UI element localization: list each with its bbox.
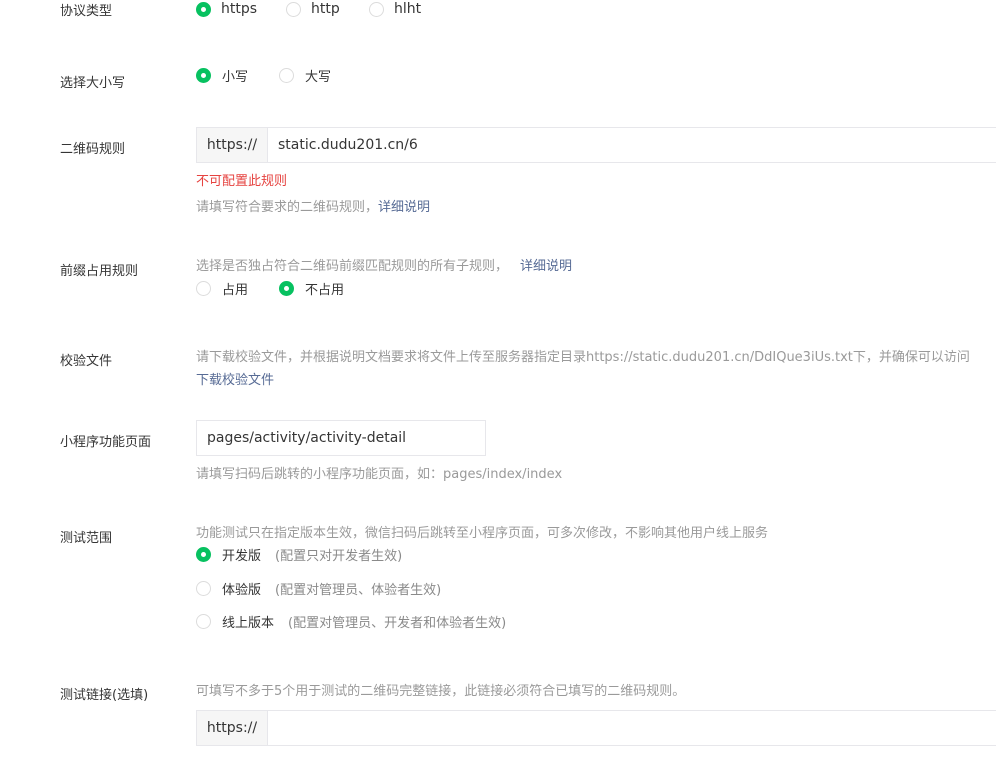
test-scope-option-label: 体验版 <box>222 583 262 598</box>
qr-rule-prefix: https:// <box>197 128 268 162</box>
radio-checked-icon <box>196 1 211 17</box>
protocol-radio-https[interactable]: https <box>196 1 257 17</box>
test-scope-label: 测试范围 <box>60 531 113 546</box>
prefix-rule-label: 前缀占用规则 <box>60 264 139 279</box>
protocol-radio-http[interactable]: http <box>286 1 340 17</box>
qr-rule-tip: 请填写符合要求的二维码规则，详细说明 <box>196 196 430 215</box>
qr-rule-config-form: 协议类型 https http hlht 选择大小写 小写 大写 二维码规则 h… <box>0 0 996 776</box>
prefix-rule-detail-link[interactable]: 详细说明 <box>520 259 572 274</box>
case-radio-upper[interactable]: 大写 <box>279 66 331 85</box>
test-links-label: 测试链接(选填) <box>60 688 149 703</box>
qr-rule-detail-link[interactable]: 详细说明 <box>378 200 430 215</box>
radio-unchecked-icon <box>196 281 211 296</box>
test-scope-radio-trial[interactable]: 体验版 (配置对管理员、体验者生效) <box>196 579 441 598</box>
radio-unchecked-icon <box>286 1 301 17</box>
radio-checked-icon <box>279 281 294 296</box>
prefix-option-label: 占用 <box>222 283 249 298</box>
radio-unchecked-icon <box>369 1 384 17</box>
radio-unchecked-icon <box>196 581 211 596</box>
radio-unchecked-icon <box>279 68 294 83</box>
test-scope-option-note: (配置对管理员、体验者生效) <box>275 583 442 598</box>
mini-page-input[interactable] <box>196 420 486 456</box>
case-option-label: 小写 <box>222 70 249 85</box>
mini-page-label: 小程序功能页面 <box>60 435 152 450</box>
test-scope-option-note: (配置只对开发者生效) <box>275 549 403 564</box>
radio-unchecked-icon <box>196 614 211 629</box>
protocol-label: 协议类型 <box>60 4 113 19</box>
prefix-radio-occupy[interactable]: 占用 <box>196 279 248 298</box>
test-links-tip: 可填写不多于5个用于测试的二维码完整链接，此链接必须符合已填写的二维码规则。 <box>196 684 686 699</box>
test-scope-tip: 功能测试只在指定版本生效，微信扫码后跳转至小程序页面，可多次修改，不影响其他用户… <box>196 526 769 541</box>
download-verify-file-link[interactable]: 下载校验文件 <box>196 369 274 388</box>
verify-file-label: 校验文件 <box>60 354 113 369</box>
protocol-option-label: https <box>221 1 258 17</box>
prefix-radio-not-occupy[interactable]: 不占用 <box>279 279 344 298</box>
test-scope-radio-online[interactable]: 线上版本 (配置对管理员、开发者和体验者生效) <box>196 612 506 631</box>
prefix-rule-tip: 选择是否独占符合二维码前缀匹配规则的所有子规则， 详细说明 <box>196 255 572 274</box>
protocol-option-label: http <box>311 1 340 17</box>
case-label: 选择大小写 <box>60 76 126 91</box>
radio-checked-icon <box>196 68 211 83</box>
qr-rule-tip-text: 请填写符合要求的二维码规则， <box>196 200 379 215</box>
test-links-prefix: https:// <box>197 711 268 745</box>
qr-rule-label: 二维码规则 <box>60 142 126 157</box>
test-scope-radio-dev[interactable]: 开发版 (配置只对开发者生效) <box>196 545 402 564</box>
test-scope-option-label: 线上版本 <box>222 616 275 631</box>
test-links-input[interactable] <box>268 711 996 745</box>
radio-checked-icon <box>196 547 211 562</box>
test-scope-option-note: (配置对管理员、开发者和体验者生效) <box>288 616 507 631</box>
protocol-option-label: hlht <box>394 1 422 17</box>
protocol-radio-hlht[interactable]: hlht <box>369 1 421 17</box>
test-scope-option-label: 开发版 <box>222 549 262 564</box>
mini-page-tip: 请填写扫码后跳转的小程序功能页面，如：pages/index/index <box>196 467 563 482</box>
qr-rule-input[interactable] <box>268 128 996 162</box>
verify-file-tip: 请下载校验文件，并根据说明文档要求将文件上传至服务器指定目录https://st… <box>196 350 970 365</box>
prefix-rule-tip-text: 选择是否独占符合二维码前缀匹配规则的所有子规则， <box>196 259 509 274</box>
case-option-label: 大写 <box>305 70 332 85</box>
qr-rule-input-group: https:// <box>196 127 996 163</box>
test-links-input-group: https:// <box>196 710 996 746</box>
case-radio-lower[interactable]: 小写 <box>196 66 248 85</box>
prefix-option-label: 不占用 <box>305 283 345 298</box>
qr-rule-error: 不可配置此规则 <box>196 174 288 189</box>
